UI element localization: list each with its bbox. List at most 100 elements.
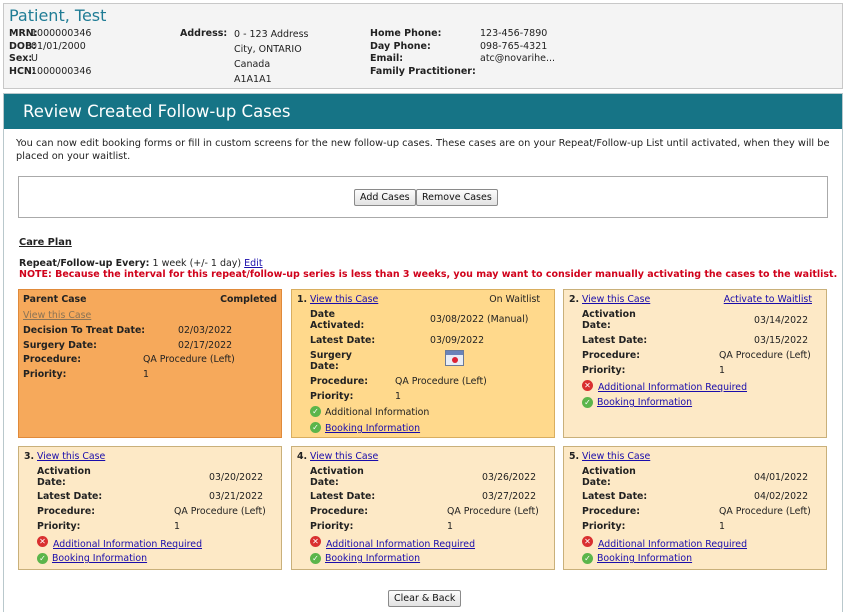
remove-cases-button[interactable]: Remove Cases [416, 189, 498, 206]
latest-date-value: 03/09/2022 [430, 335, 485, 346]
patient-header: Patient, Test MRN: 1000000346 DOB: 01/01/2… [3, 3, 843, 89]
latest-date-value: 03/21/2022 [209, 491, 264, 502]
additional-info-text: Additional Information [325, 407, 430, 418]
procedure-value: QA Procedure (Left) [174, 506, 266, 517]
parent-case-status: Completed [220, 294, 277, 305]
patient-ids: MRN: 1000000346 DOB: 01/01/2000 Sex: U HCN:… [9, 28, 91, 78]
edit-interval-link[interactable]: Edit [244, 258, 262, 269]
case-number: 2. [569, 294, 580, 305]
family-practitioner-label: Family Practitioner: [370, 65, 476, 77]
case-card: 2. View this Case Activate to Waitlist A… [563, 289, 827, 438]
view-case-link[interactable]: View this Case [582, 294, 650, 305]
home-phone-value: 123-456-7890 [480, 28, 548, 39]
dob-value: 01/01/2000 [31, 40, 86, 52]
additional-info-required-link[interactable]: Additional Information Required [598, 382, 747, 393]
case-status: On Waitlist [489, 294, 540, 305]
x-circle-icon: ✕ [37, 536, 48, 547]
email-label: Email: [370, 53, 404, 64]
case-number: 1. [297, 294, 308, 305]
check-circle-icon: ✓ [310, 406, 321, 417]
booking-info-link[interactable]: Booking Information [52, 553, 147, 564]
latest-date-value: 04/02/2022 [754, 491, 809, 502]
procedure-label: Procedure: [582, 350, 640, 361]
case-card: 3. View this Case Activation Date: 03/20… [18, 446, 282, 570]
view-case-link[interactable]: View this Case [310, 294, 378, 305]
day-phone-label: Day Phone: [370, 40, 431, 52]
calendar-icon[interactable] [445, 350, 464, 366]
priority-value: 1 [719, 365, 725, 376]
latest-date-label: Latest Date: [582, 491, 648, 502]
parent-case-title: Parent Case [23, 294, 87, 305]
clear-and-back-button[interactable]: Clear & Back [388, 590, 462, 607]
priority-label: Priority: [582, 365, 626, 376]
repeat-interval: Repeat/Follow-up Every: 1 week (+/- 1 da… [19, 258, 263, 269]
surgery-date-label: Surgery Date: [23, 340, 97, 351]
latest-date-value: 03/27/2022 [482, 491, 537, 502]
home-phone-label: Home Phone: [370, 28, 442, 39]
procedure-value: QA Procedure (Left) [719, 350, 811, 361]
latest-date-label: Latest Date: [37, 491, 103, 502]
surgery-date-value: 02/17/2022 [178, 340, 233, 351]
check-circle-icon: ✓ [582, 553, 593, 564]
priority-value: 1 [719, 521, 725, 532]
x-circle-icon: ✕ [582, 536, 593, 547]
activation-date-value: 03/14/2022 [754, 315, 809, 326]
date-activated-value: 03/08/2022 (Manual) [430, 314, 529, 325]
address-line: City, ONTARIO [234, 44, 302, 55]
additional-info-required-link[interactable]: Additional Information Required [53, 539, 202, 550]
booking-info-link[interactable]: Booking Information [325, 553, 420, 564]
patient-name: Patient, Test [9, 6, 107, 25]
procedure-value: QA Procedure (Left) [395, 376, 487, 387]
case-number: 3. [24, 451, 35, 462]
parent-view-case-link[interactable]: View this Case [23, 310, 91, 321]
dtt-label: Decision To Treat Date: [23, 325, 146, 336]
sex-value: U [31, 53, 38, 64]
activation-date-value: 03/26/2022 [482, 472, 537, 483]
case-actions-box: Add Cases Remove Cases [18, 176, 828, 218]
case-card: 1. View this Case On Waitlist Date Activ… [291, 289, 555, 438]
patient-contact: Home Phone: 123-456-7890 Day Phone: 098-76… [370, 28, 555, 78]
procedure-value: QA Procedure (Left) [719, 506, 811, 517]
procedure-value: QA Procedure (Left) [143, 354, 235, 365]
booking-info-link[interactable]: Booking Information [597, 397, 692, 408]
address-label: Address: [180, 28, 228, 39]
view-case-link[interactable]: View this Case [582, 451, 650, 462]
address-line: A1A1A1 [234, 74, 272, 85]
x-circle-icon: ✕ [582, 380, 593, 391]
x-circle-icon: ✕ [310, 536, 321, 547]
mrn-value: 1000000346 [31, 28, 92, 39]
view-case-link[interactable]: View this Case [310, 451, 378, 462]
activation-date-value: 03/20/2022 [209, 472, 264, 483]
view-case-link[interactable]: View this Case [37, 451, 105, 462]
interval-note: NOTE: Because the interval for this repe… [19, 269, 838, 280]
booking-info-link[interactable]: Booking Information [597, 553, 692, 564]
add-cases-button[interactable]: Add Cases [354, 189, 416, 206]
activation-date-label: Activation Date: [582, 309, 636, 331]
priority-value: 1 [143, 369, 149, 380]
check-circle-icon: ✓ [37, 553, 48, 564]
address-line: 0 - 123 Address [234, 29, 309, 40]
activation-date-label: Activation Date: [582, 466, 636, 488]
dtt-value: 02/03/2022 [178, 325, 233, 336]
sex-label: Sex: [9, 53, 33, 64]
activate-to-waitlist-link[interactable]: Activate to Waitlist [724, 294, 812, 305]
patient-address: Address: 0 - 123 Address City, ONTARIO C… [180, 28, 309, 87]
hcn-value: 1000000346 [31, 65, 92, 77]
priority-label: Priority: [23, 369, 67, 380]
check-circle-icon: ✓ [310, 422, 321, 433]
latest-date-label: Latest Date: [582, 335, 648, 346]
activation-date-value: 04/01/2022 [754, 472, 809, 483]
additional-info-required-link[interactable]: Additional Information Required [326, 539, 475, 550]
parent-case-card: Parent Case Completed View this Case Dec… [18, 289, 282, 438]
additional-info-required-link[interactable]: Additional Information Required [598, 539, 747, 550]
latest-date-label: Latest Date: [310, 335, 376, 346]
case-card: 4. View this Case Activation Date: 03/26… [291, 446, 555, 570]
booking-info-link[interactable]: Booking Information [325, 423, 420, 434]
priority-label: Priority: [310, 521, 354, 532]
address-line: Canada [234, 59, 271, 70]
check-circle-icon: ✓ [582, 397, 593, 408]
repeat-label: Repeat/Follow-up Every: [19, 258, 150, 269]
activation-date-label: Activation Date: [37, 466, 91, 488]
priority-value: 1 [395, 391, 401, 402]
priority-label: Priority: [310, 391, 354, 402]
